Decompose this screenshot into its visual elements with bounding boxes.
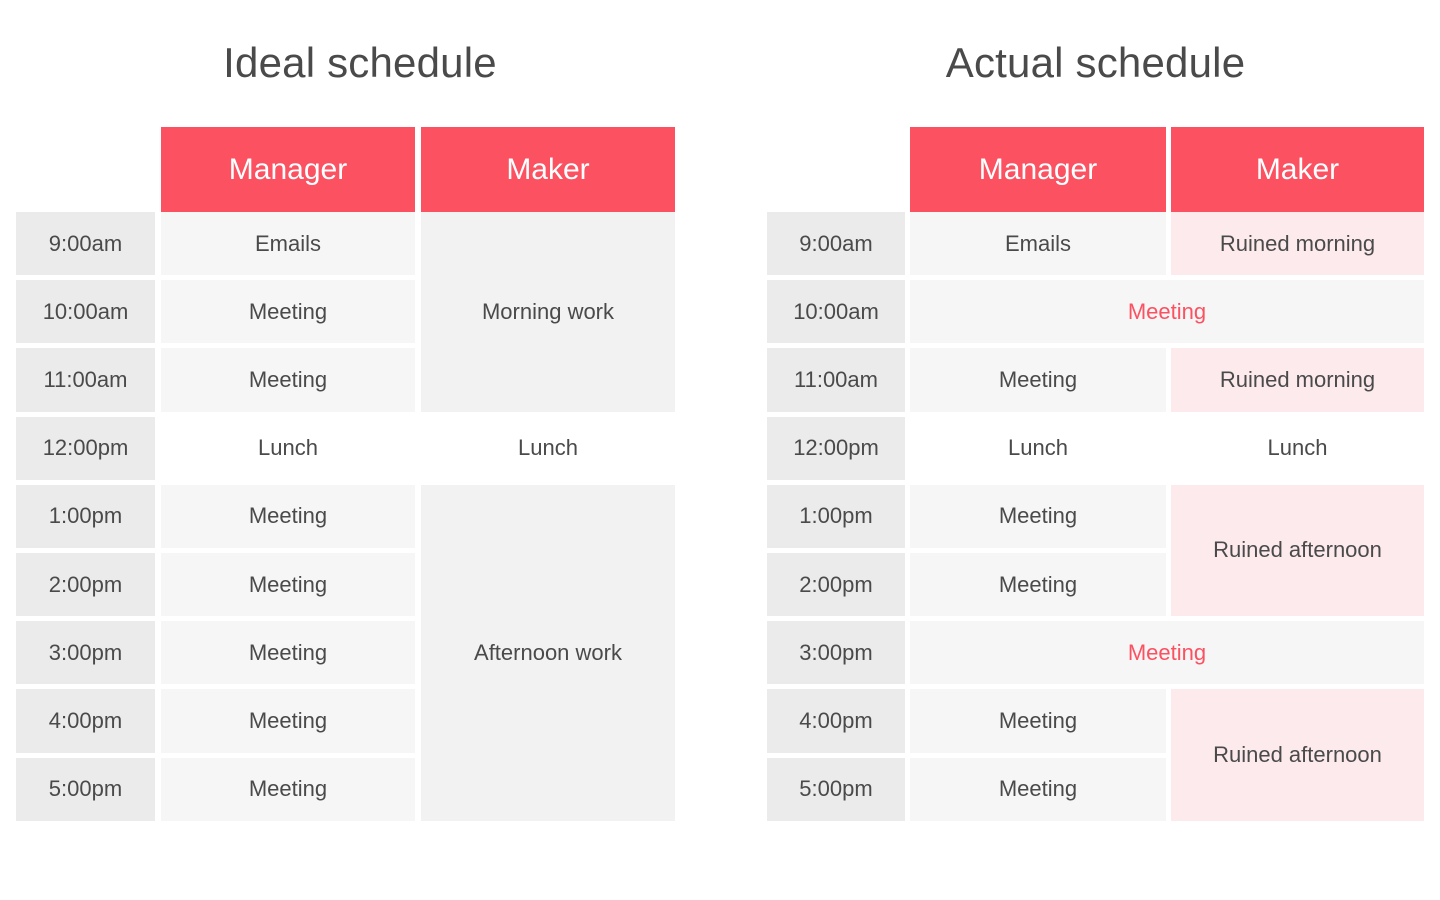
- time-label-cell: 9:00am: [767, 212, 905, 276]
- table-row: 10:00am Meeting: [767, 280, 1424, 348]
- ruined-block-cell: Ruined afternoon: [1171, 689, 1424, 821]
- ideal-schedule-grid: Manager Maker 9:00am Emails 10:00am Meeting…: [16, 127, 675, 826]
- manager-cell: Emails: [161, 212, 415, 276]
- ideal-header-row: Manager Maker: [16, 127, 675, 212]
- table-row: 3:00pm Meeting: [767, 621, 1424, 689]
- maker-lunch-cell: Lunch: [1267, 435, 1328, 461]
- time-label-cell: 5:00pm: [767, 757, 905, 821]
- manager-cell: Meeting: [910, 484, 1166, 548]
- manager-cell: Meeting: [161, 552, 415, 617]
- actual-schedule-title: Actual schedule: [945, 39, 1246, 86]
- manager-cell: Lunch: [1008, 435, 1068, 461]
- ruined-block-cell: Ruined afternoon: [1171, 484, 1424, 617]
- time-label-cell: 1:00pm: [767, 484, 905, 548]
- manager-cell: Meeting: [161, 348, 415, 412]
- manager-cell: Meeting: [161, 484, 415, 548]
- time-label-cell: 10:00am: [767, 280, 905, 344]
- time-label-cell: 2:00pm: [16, 552, 155, 617]
- time-label-cell: 1:00pm: [16, 484, 155, 548]
- actual-header-row: Manager Maker: [767, 127, 1424, 212]
- time-label-cell: 2:00pm: [767, 552, 905, 617]
- maker-lunch-cell: Lunch: [518, 435, 578, 461]
- ideal-column-header-maker: Maker: [421, 127, 675, 212]
- manager-cell: Emails: [910, 212, 1166, 276]
- time-label-cell: 3:00pm: [16, 621, 155, 685]
- ideal-schedule-panel: Ideal schedule Manager Maker 9:00am Email…: [0, 0, 720, 826]
- time-label-cell: 11:00am: [16, 348, 155, 412]
- schedule-comparison-page: Ideal schedule Manager Maker 9:00am Email…: [0, 0, 1440, 900]
- ruined-block-cell: Ruined morning: [1171, 348, 1424, 412]
- time-label-cell: 4:00pm: [16, 689, 155, 753]
- actual-body-rows: 9:00am Emails 10:00am Meeting 11:00am Meeting…: [767, 212, 1424, 826]
- time-label-cell: 11:00am: [767, 348, 905, 412]
- time-label-cell: 10:00am: [16, 280, 155, 344]
- time-label-cell: 3:00pm: [767, 621, 905, 685]
- ideal-schedule-title: Ideal schedule: [223, 39, 497, 86]
- actual-schedule-grid: Manager Maker 9:00am Emails 10:00am Meeting…: [767, 127, 1424, 826]
- manager-cell: Lunch: [258, 435, 318, 461]
- conflict-meeting-cell: Meeting: [910, 621, 1424, 685]
- maker-work-block-cell: Afternoon work: [421, 484, 675, 821]
- manager-cell: Meeting: [161, 621, 415, 685]
- maker-work-block-cell: Morning work: [421, 212, 675, 412]
- time-label-cell: 12:00pm: [767, 416, 905, 480]
- conflict-meeting-cell: Meeting: [910, 280, 1424, 344]
- ruined-block-cell: Ruined morning: [1171, 212, 1424, 276]
- manager-cell: Meeting: [910, 348, 1166, 412]
- actual-schedule-panel: Actual schedule Manager Maker 9:00am Emai…: [751, 0, 1440, 826]
- manager-cell: Meeting: [910, 689, 1166, 753]
- time-label-cell: 4:00pm: [767, 689, 905, 753]
- time-label-cell: 5:00pm: [16, 757, 155, 821]
- actual-column-header-manager: Manager: [910, 127, 1166, 212]
- manager-cell: Meeting: [910, 552, 1166, 617]
- manager-cell: Meeting: [161, 689, 415, 753]
- ideal-column-header-manager: Manager: [161, 127, 415, 212]
- time-label-cell: 12:00pm: [16, 416, 155, 480]
- manager-cell: Meeting: [161, 280, 415, 344]
- manager-cell: Meeting: [910, 757, 1166, 821]
- manager-cell: Meeting: [161, 757, 415, 821]
- actual-column-header-maker: Maker: [1171, 127, 1424, 212]
- time-label-cell: 9:00am: [16, 212, 155, 276]
- ideal-body-rows: 9:00am Emails 10:00am Meeting 11:00am Meeting…: [16, 212, 675, 826]
